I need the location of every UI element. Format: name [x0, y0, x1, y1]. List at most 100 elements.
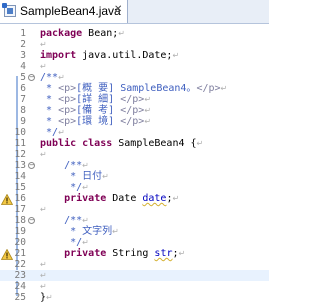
- code-token: private: [64, 193, 107, 204]
- code-line[interactable]: 14 * 日付↵: [0, 171, 269, 182]
- code-token: *: [40, 83, 59, 94]
- fold-collapse-icon[interactable]: −: [28, 217, 35, 224]
- code-line[interactable]: 21 private String str;↵: [0, 248, 269, 260]
- line-end-marker: ↵: [112, 227, 119, 236]
- code-text: ↵: [40, 61, 47, 72]
- code-line[interactable]: 10 */↵: [0, 127, 269, 138]
- code-token: <p>: [58, 105, 77, 116]
- code-line[interactable]: 12 ↵: [0, 149, 269, 160]
- line-end-marker: ↵: [220, 84, 228, 93]
- line-number: 22: [14, 259, 26, 270]
- line-end-marker: ↵: [58, 128, 65, 137]
- line-number: 4: [20, 61, 26, 72]
- code-editor[interactable]: 1 package Bean;↵ 2 ↵ 3 import java.util.Date;…: [0, 24, 269, 303]
- code-line[interactable]: 9 * <p>[環 境] </p>↵: [0, 116, 269, 127]
- line-number: 8: [20, 105, 26, 116]
- code-line[interactable]: 8 * <p>[備 考] </p>↵: [0, 105, 269, 116]
- code-line[interactable]: 18− /**↵: [0, 215, 269, 226]
- code-text: ↵: [40, 270, 47, 281]
- code-text: * <p>[備 考] </p>↵: [40, 105, 151, 116]
- code-text: ↵: [40, 204, 47, 215]
- fold-collapse-icon[interactable]: −: [28, 74, 35, 81]
- code-text: /**↵: [40, 72, 65, 83]
- code-line[interactable]: 25}↵: [0, 292, 269, 303]
- line-end-marker: ↵: [40, 271, 47, 280]
- code-text: ↵: [40, 259, 47, 270]
- line-end-marker: ↵: [102, 172, 109, 181]
- code-line[interactable]: 3 import java.util.Date;↵: [0, 50, 269, 61]
- code-token: </p>: [120, 94, 145, 105]
- line-end-marker: ↵: [144, 106, 152, 115]
- line-end-marker: ↵: [40, 205, 47, 214]
- tab-title: SampleBean4.java: [20, 4, 121, 18]
- code-token: * 文字列: [40, 226, 113, 237]
- code-line[interactable]: 4 ↵: [0, 61, 269, 72]
- line-end-marker: ↵: [172, 51, 180, 60]
- code-token: java.util.Date;: [76, 50, 173, 61]
- line-number: 5: [20, 72, 26, 83]
- code-line[interactable]: 16 private Date date;↵: [0, 193, 269, 205]
- line-number: 12: [14, 149, 26, 160]
- line-end-marker: ↵: [82, 238, 89, 247]
- line-number: 21: [14, 248, 26, 259]
- tab-samplebean4-java[interactable]: SampleBean4.java ✕: [0, 0, 128, 23]
- code-line[interactable]: 23 ↵: [0, 270, 269, 281]
- code-token: date: [142, 193, 167, 204]
- line-number: 19: [14, 226, 26, 237]
- code-token: Date: [106, 193, 143, 204]
- java-file-icon: [2, 3, 16, 17]
- code-line[interactable]: 1 package Bean;↵: [0, 28, 269, 39]
- line-end-marker: ↵: [40, 282, 47, 291]
- code-line[interactable]: 11 public class SampleBean4 {↵: [0, 138, 269, 149]
- code-text: */↵: [40, 127, 65, 138]
- code-text: */↵: [40, 237, 89, 248]
- code-line[interactable]: 15 */↵: [0, 182, 269, 193]
- code-text: /**↵: [40, 160, 89, 171]
- code-token: private: [64, 248, 107, 259]
- code-line[interactable]: 17 ↵: [0, 204, 269, 215]
- code-token: [詳 細]: [76, 94, 121, 105]
- line-number: 23: [14, 270, 26, 281]
- line-end-marker: ↵: [40, 150, 47, 159]
- code-text: * <p>[概 要] SampleBean4。</p>↵: [40, 83, 227, 94]
- code-token: String: [106, 248, 155, 259]
- code-line[interactable]: 2 ↵: [0, 39, 269, 50]
- code-token: *: [40, 116, 59, 127]
- line-number: 24: [14, 281, 26, 292]
- code-token: */: [40, 127, 59, 138]
- code-token: package: [40, 28, 83, 39]
- code-text: public class SampleBean4 {↵: [40, 138, 203, 149]
- code-line[interactable]: 6 * <p>[概 要] SampleBean4。</p>↵: [0, 83, 269, 94]
- code-line[interactable]: 22 ↵: [0, 259, 269, 270]
- line-number: 16: [14, 193, 26, 204]
- line-number: 10: [14, 127, 26, 138]
- code-line[interactable]: 24 ↵: [0, 281, 269, 292]
- code-token: <p>: [58, 116, 77, 127]
- line-end-marker: ↵: [82, 216, 89, 225]
- line-end-marker: ↵: [144, 95, 152, 104]
- code-token: </p>: [120, 105, 145, 116]
- line-number: 9: [20, 116, 26, 127]
- code-line[interactable]: 20 */↵: [0, 237, 269, 248]
- line-number: 2: [20, 39, 26, 50]
- code-token: public class: [40, 138, 113, 149]
- code-token: [備 考]: [76, 105, 121, 116]
- code-token: /**: [40, 160, 83, 171]
- code-line[interactable]: 13− /**↵: [0, 160, 269, 171]
- code-line[interactable]: 7 * <p>[詳 細] </p>↵: [0, 94, 269, 105]
- line-end-marker: ↵: [118, 29, 125, 38]
- code-text: /**↵: [40, 215, 89, 226]
- line-number: 1: [20, 28, 26, 39]
- code-token: */: [40, 182, 83, 193]
- code-token: *: [40, 94, 59, 105]
- code-line[interactable]: 5−/**↵: [0, 72, 269, 83]
- code-line[interactable]: 19 * 文字列↵: [0, 226, 269, 237]
- code-text: ↵: [40, 39, 47, 50]
- fold-collapse-icon[interactable]: −: [28, 162, 35, 169]
- code-text: ↵: [40, 149, 47, 160]
- close-icon[interactable]: ✕: [114, 4, 122, 15]
- code-token: </p>: [120, 116, 145, 127]
- line-end-marker: ↵: [40, 40, 47, 49]
